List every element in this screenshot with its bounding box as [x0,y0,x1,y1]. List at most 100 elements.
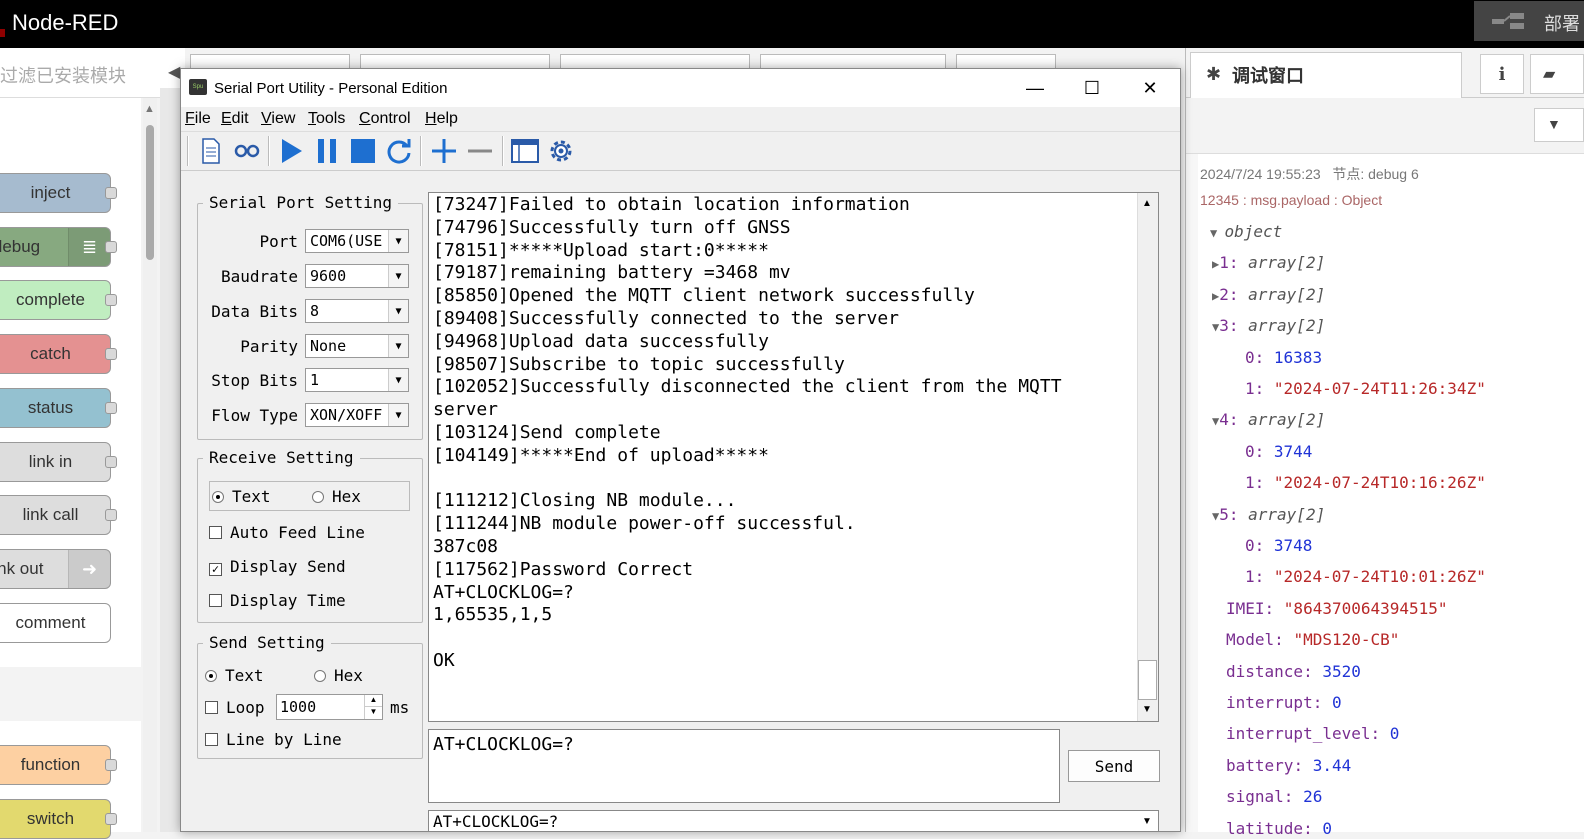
chevron-down-icon[interactable]: ▼ [388,230,408,252]
stop-icon[interactable] [346,134,380,168]
debug-message-node[interactable]: 节点: debug 6 [1332,166,1418,182]
palette-node[interactable]: link out ➜ [0,549,111,589]
receive-scrollbar[interactable] [1137,193,1158,721]
play-icon[interactable] [274,134,308,168]
loop-interval-spinbox[interactable]: 1000 ▲ ▼ [276,694,383,720]
display-time-checkbox[interactable]: Display Time [209,591,346,610]
tree-value: 3744 [1273,442,1313,461]
palette-node[interactable]: comment [0,603,111,643]
tree-key: 2 [1219,285,1229,304]
menu-help[interactable]: Help [425,110,458,128]
palette-node-label: catch [30,344,71,363]
field-label: Port [259,232,298,251]
debug-tree-entry[interactable]: ▼5: array[2] [1212,505,1325,524]
send-hex-radio[interactable]: Hex [314,666,363,685]
tree-colon: : [1228,410,1249,429]
menu-view[interactable]: View [261,110,295,128]
tree-key: 3 [1219,316,1229,335]
refresh-icon[interactable] [382,134,416,168]
chevron-down-icon[interactable]: ▼ [1142,816,1152,827]
palette-collapse-icon[interactable]: ◀ [168,62,180,82]
ms-label: ms [390,698,410,717]
palette-node[interactable]: status [0,388,117,428]
help-book-icon[interactable]: ▰ [1530,54,1584,94]
chevron-down-icon[interactable]: ▼ [388,369,408,391]
maximize-button[interactable]: ☐ [1064,70,1120,106]
filter-icon[interactable]: ▼ [1534,108,1584,142]
scroll-up-icon[interactable]: ▲ [144,103,155,115]
info-tab-button[interactable]: i [1480,54,1524,94]
scroll-up-icon[interactable]: ▲ [1142,198,1152,209]
serial-data-bits-select[interactable]: 8 ▼ [305,299,409,323]
debug-tree-field: interrupt_level: 0 [1226,724,1399,743]
palette-node[interactable]: catch [0,334,117,374]
chevron-down-icon[interactable]: ▼ [388,335,408,357]
settings-gear-icon[interactable] [544,134,578,168]
spin-up-icon[interactable]: ▲ [364,695,382,707]
minimize-button[interactable]: — [1007,70,1063,106]
auto-feed-line-checkbox[interactable]: Auto Feed Line [209,523,365,542]
tree-key: IMEI [1226,599,1265,618]
menu-accelerator: C [359,110,371,127]
serial-port-select[interactable]: COM6(USE ▼ [305,229,409,253]
palette-node[interactable]: function [0,745,117,785]
loop-checkbox[interactable]: Loop [205,698,265,717]
serial-baudrate-select[interactable]: 9600 ▼ [305,264,409,288]
receive-hex-radio[interactable]: Hex [312,487,361,506]
debug-tree-root[interactable]: ▼ object [1210,222,1282,241]
palette-node-label: switch [26,809,75,828]
tree-colon: : [1254,379,1274,398]
serial-stop-bits-select[interactable]: 1 ▼ [305,368,409,392]
debug-tree-entry[interactable]: ▼4: array[2] [1212,410,1325,429]
window-layout-icon[interactable] [508,134,542,168]
debug-scrollbar[interactable] [1186,154,1198,832]
add-icon[interactable] [427,134,461,168]
menu-label-rest: dit [231,110,249,127]
debug-message-date: 2024/7/24 19:55:23 [1200,166,1321,182]
menu-file[interactable]: File [185,110,211,128]
menu-control[interactable]: Control [359,110,411,128]
chevron-down-icon[interactable]: ▼ [388,300,408,322]
loop-icon[interactable] [230,134,264,168]
palette-node-label: link out [0,559,44,578]
line-by-line-checkbox[interactable]: Line by Line [205,730,342,749]
receive-text-radio[interactable]: Text [212,487,271,506]
palette-node[interactable]: link call [0,495,117,535]
debug-tree-entry[interactable]: ▶2: array[2] [1212,285,1325,304]
close-button[interactable]: ✕ [1122,70,1178,106]
remove-icon[interactable] [463,134,497,168]
radio-unchecked-icon [312,491,324,503]
debug-tree-entry[interactable]: ▼3: array[2] [1212,316,1325,335]
chevron-down-icon[interactable]: ▼ [388,404,408,426]
tree-colon: : [1254,473,1274,492]
deploy-button[interactable]: 部署 [1474,1,1584,41]
display-send-checkbox[interactable]: ✓ Display Send [209,557,346,576]
chevron-down-icon[interactable]: ▼ [388,265,408,287]
palette-scroll-thumb[interactable] [146,125,154,260]
send-button[interactable]: Send [1068,750,1160,782]
checkbox-unchecked-icon [205,701,218,714]
palette-node[interactable]: link in [0,442,117,482]
pause-icon[interactable] [310,134,344,168]
send-text-radio[interactable]: Text [205,666,264,685]
palette-node-label: debug [0,237,41,256]
new-file-icon[interactable] [194,134,228,168]
spin-down-icon[interactable]: ▼ [364,707,382,719]
tree-value: 26 [1303,787,1323,806]
scroll-down-icon[interactable]: ▼ [1142,704,1152,715]
node-port [105,402,117,414]
send-history-text: AT+CLOCKLOG=? [433,812,559,831]
palette-node[interactable]: inject [0,173,117,213]
node-port [105,509,117,521]
receive-scroll-thumb[interactable] [1138,660,1157,700]
menu-edit[interactable]: Edit [221,110,249,128]
palette-node[interactable]: switch [0,799,117,839]
debug-tree-entry[interactable]: ▶1: array[2] [1212,253,1325,272]
tab-debug[interactable] [1190,52,1462,98]
serial-parity-select[interactable]: None ▼ [305,334,409,358]
serial-flow-type-select[interactable]: XON/XOFF ▼ [305,403,409,427]
menu-tools[interactable]: Tools [308,110,345,128]
palette-node[interactable]: debug ≣ [0,227,117,267]
tree-key: 0 [1245,442,1255,461]
palette-node[interactable]: complete [0,280,117,320]
